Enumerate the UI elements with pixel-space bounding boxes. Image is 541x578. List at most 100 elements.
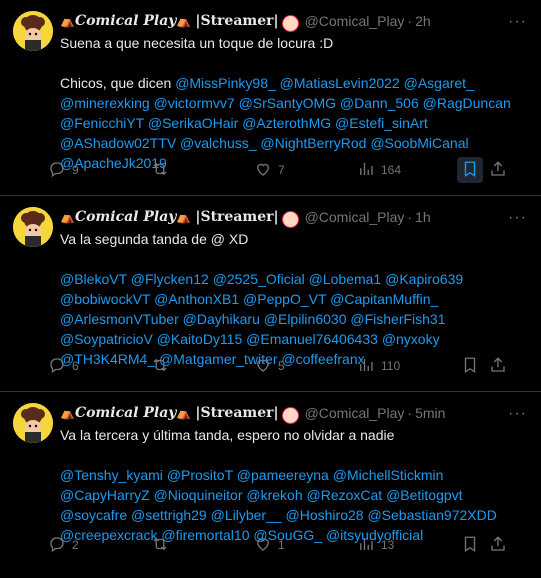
retweet-button[interactable] [151,160,254,181]
display-name[interactable]: Comical Play [75,13,176,29]
like-button[interactable]: 5 [254,356,357,377]
mention-link[interactable]: @MissPinky98_ [175,75,276,91]
mention-link[interactable]: @AzterothMG [242,115,331,131]
share-button[interactable] [489,356,507,377]
display-name-suffix[interactable]: |Streamer| [195,405,278,421]
tweet-text: Va la tercera y última tanda, espero no … [60,425,529,545]
mention-link[interactable]: @RezoxCat [307,487,383,503]
mention-link[interactable]: @victormvv7 [154,95,235,111]
views-button[interactable]: 164 [357,160,467,181]
more-icon[interactable]: ··· [508,13,527,31]
retweet-button[interactable] [151,535,254,556]
reply-button[interactable]: 9 [48,160,151,181]
mention-link[interactable]: @Lilyber__ [211,507,282,523]
tweet[interactable]: ⛺ Comical Play ⛺ |Streamer| @Comical_Pla… [0,392,541,578]
views-button[interactable]: 13 [357,535,467,556]
share-button[interactable] [489,535,507,556]
mention-link[interactable]: @soycafre [60,507,127,523]
views-button[interactable]: 110 [357,356,467,377]
mention-link[interactable]: @Lobema1 [309,271,382,287]
mention-link[interactable]: @PeppO_VT [243,291,326,307]
timestamp[interactable]: 1h [415,209,431,225]
share-button[interactable] [489,160,507,181]
mention-link[interactable]: @krekoh [246,487,302,503]
mention-link[interactable]: @Kapiro639 [385,271,463,287]
mention-link[interactable]: @Hoshiro28 [286,507,364,523]
mention-link[interactable]: @FenicchiYT [60,115,144,131]
more-icon[interactable]: ··· [508,209,527,227]
mention-link[interactable]: @Dayhikaru [183,311,260,327]
like-button[interactable]: 1 [254,535,357,556]
display-name-suffix[interactable]: |Streamer| [195,209,278,225]
like-button[interactable]: 7 [254,160,357,181]
tweet-text: Suena a que necesita un toque de locura … [60,33,529,173]
mention-link[interactable]: @Elpilin6030 [264,311,347,327]
avatar[interactable] [13,11,53,51]
mention-link[interactable]: @2525_Oficial [213,271,305,287]
mention-link[interactable]: @SoobMiCanal [370,135,468,151]
mention-link[interactable]: @ArlesmonVTuber [60,311,179,327]
timestamp[interactable]: 2h [415,13,431,29]
bookmark-button[interactable] [457,532,483,558]
mention-link[interactable]: @pameereyna [237,467,329,483]
mention-link[interactable]: @FisherFish31 [350,311,445,327]
mention-link[interactable]: @Sebastian972XDD [367,507,496,523]
views-icon [357,356,375,377]
separator: · [407,13,413,29]
mention-link[interactable]: @SerikaOHair [148,115,238,131]
circus-tent-icon: ⛺ [176,14,192,28]
mention-link[interactable]: @Emanuel76406433 [246,331,378,347]
mention-link[interactable]: @SoypatricioV [60,331,153,347]
views-count: 13 [381,538,395,552]
action-bar: 6 5 110 [48,353,529,379]
clown-icon [281,210,299,228]
tweet-header: ⛺ Comical Play ⛺ |Streamer| @Comical_Pla… [60,207,529,228]
mention-link[interactable]: @Tenshy_kyami [60,467,163,483]
mention-link[interactable]: @MichellStickmin [333,467,444,483]
mention-link[interactable]: @valchuss_ [180,135,256,151]
timestamp[interactable]: 5min [415,405,445,421]
mention-link[interactable]: @settrigh29 [131,507,207,523]
mention-link[interactable]: @AnthonXB1 [154,291,239,307]
reply-button[interactable]: 6 [48,356,151,377]
bookmark-button[interactable] [457,157,483,183]
tweet[interactable]: ⛺ Comical Play ⛺ |Streamer| @Comical_Pla… [0,0,541,196]
user-handle[interactable]: @Comical_Play [305,405,405,421]
like-icon [254,160,272,181]
reply-count: 9 [72,163,79,177]
mention-link[interactable]: @Flycken12 [131,271,209,287]
mention-link[interactable]: @BlekoVT [60,271,127,287]
mention-link[interactable]: @KaitoDy115 [157,331,243,347]
bookmark-icon [461,535,479,556]
circus-tent-icon: ⛺ [176,210,192,224]
mention-link[interactable]: @RagDuncan [423,95,511,111]
mention-link[interactable]: @NightBerryRod [260,135,366,151]
retweet-button[interactable] [151,356,254,377]
mention-link[interactable]: @Asgaret_ [404,75,474,91]
mention-link[interactable]: @Betitogpvt [386,487,462,503]
display-name-suffix[interactable]: |Streamer| [195,13,278,29]
tweet[interactable]: ⛺ Comical Play ⛺ |Streamer| @Comical_Pla… [0,196,541,392]
reply-icon [48,160,66,181]
avatar[interactable] [13,207,53,247]
mention-link[interactable]: @MatiasLevin2022 [280,75,400,91]
user-handle[interactable]: @Comical_Play [305,209,405,225]
reply-button[interactable]: 2 [48,535,151,556]
mention-link[interactable]: @minerexking [60,95,150,111]
mention-link[interactable]: @bobiwockVT [60,291,150,307]
mention-link[interactable]: @SrSantyOMG [239,95,336,111]
mention-link[interactable]: @PrositoT [167,467,233,483]
mention-link[interactable]: @Dann_506 [340,95,419,111]
mention-link[interactable]: @Estefi_sinArt [335,115,428,131]
mention-link[interactable]: @Nioquineitor [154,487,243,503]
mention-link[interactable]: @CapyHarryZ [60,487,150,503]
display-name[interactable]: Comical Play [75,209,176,225]
more-icon[interactable]: ··· [508,405,527,423]
avatar[interactable] [13,403,53,443]
mention-link[interactable]: @nyxoky [382,331,440,347]
mention-link[interactable]: @AShadow02TTV [60,135,176,151]
mention-link[interactable]: @CapitanMuffin_ [330,291,438,307]
display-name[interactable]: Comical Play [75,405,176,421]
user-handle[interactable]: @Comical_Play [305,13,405,29]
bookmark-button[interactable] [457,353,483,379]
